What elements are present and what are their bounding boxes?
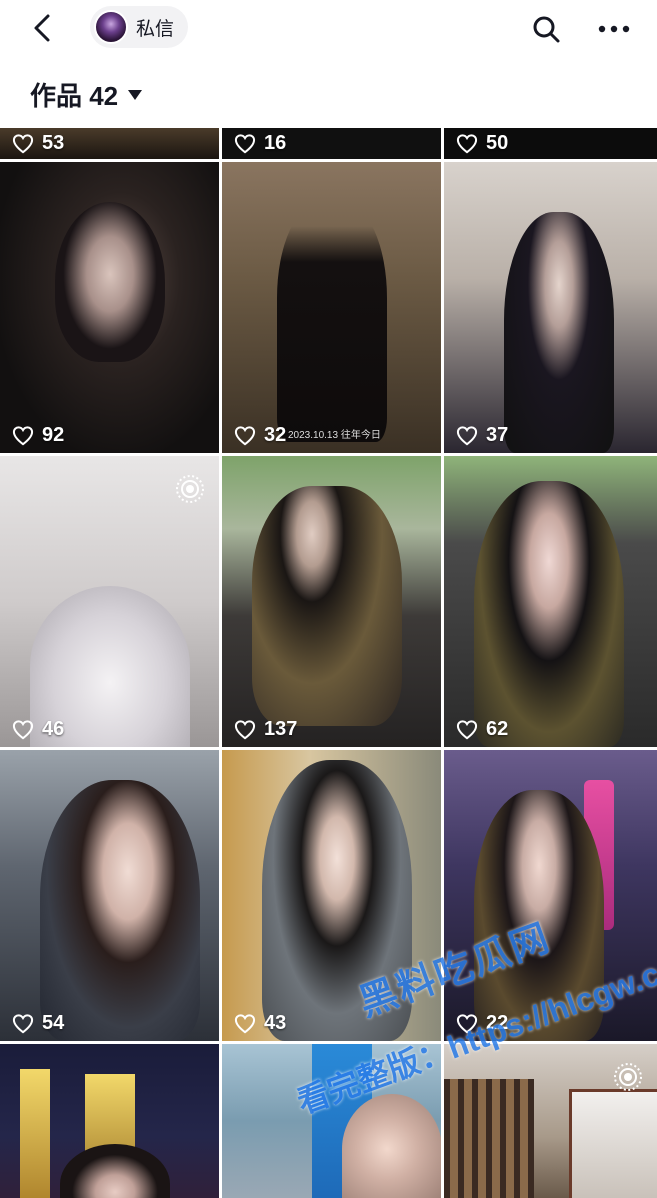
avatar <box>94 10 128 44</box>
grid-item[interactable]: 137 <box>222 456 441 747</box>
top-bar: 私信 <box>0 0 657 58</box>
like-count: 54 <box>12 1012 64 1035</box>
thumbnail <box>277 202 387 442</box>
like-count: 46 <box>12 718 64 741</box>
heart-icon <box>234 133 256 153</box>
like-count: 53 <box>12 132 64 155</box>
live-photo-icon <box>614 1063 642 1091</box>
like-count: 16 <box>234 132 286 155</box>
thumbnail <box>20 1069 50 1198</box>
thumbnail <box>40 780 200 1041</box>
works-tab-bar: 作品 42 <box>0 58 657 128</box>
thumbnail <box>342 1094 441 1198</box>
like-count: 137 <box>234 718 297 741</box>
grid-item[interactable] <box>444 1044 657 1198</box>
search-icon[interactable] <box>530 13 562 45</box>
grid-item[interactable]: 53 <box>0 128 219 159</box>
heart-icon <box>234 425 256 445</box>
works-dropdown[interactable]: 作品 42 <box>30 76 143 113</box>
like-count: 92 <box>12 424 64 447</box>
thumbnail <box>474 481 624 747</box>
like-count: 32 <box>234 424 286 447</box>
thumbnail <box>252 486 402 726</box>
grid-item[interactable]: 16 <box>222 128 441 159</box>
grid-item[interactable]: 50 <box>444 128 657 159</box>
grid-item[interactable]: 62 <box>444 456 657 747</box>
like-count: 62 <box>456 718 508 741</box>
like-count: 50 <box>456 132 508 155</box>
thumbnail <box>504 212 614 453</box>
heart-icon <box>456 719 478 739</box>
heart-icon <box>234 719 256 739</box>
thumbnail <box>569 1089 657 1198</box>
grid-item[interactable]: 54 <box>0 750 219 1041</box>
more-icon[interactable] <box>596 13 632 45</box>
thumbnail <box>55 202 165 362</box>
like-count: 43 <box>234 1012 286 1035</box>
heart-icon <box>456 133 478 153</box>
post-caption: 2023.10.13 往年今日 <box>288 430 381 441</box>
heart-icon <box>456 425 478 445</box>
heart-icon <box>12 425 34 445</box>
grid-item[interactable]: 46 <box>0 456 219 747</box>
direct-message-button[interactable]: 私信 <box>90 6 189 48</box>
live-photo-icon <box>176 475 204 503</box>
works-label: 作品 42 <box>30 81 119 111</box>
heart-icon <box>12 133 34 153</box>
back-arrow-icon[interactable] <box>28 12 60 44</box>
thumbnail <box>60 1144 170 1198</box>
heart-icon <box>12 1013 34 1033</box>
grid-item[interactable]: 37 <box>444 162 657 453</box>
like-count: 37 <box>456 424 508 447</box>
grid-item[interactable]: 2023.10.13 往年今日 32 <box>222 162 441 453</box>
heart-icon <box>12 719 34 739</box>
thumbnail <box>444 1079 534 1198</box>
grid-item[interactable] <box>0 1044 219 1198</box>
heart-icon <box>234 1013 256 1033</box>
caret-down-icon <box>128 89 143 100</box>
grid-item[interactable]: 92 <box>0 162 219 453</box>
dm-label: 私信 <box>136 18 175 40</box>
works-grid: 53 16 50 92 2023.10.13 往年今日 32 37 46 137… <box>0 128 657 1198</box>
